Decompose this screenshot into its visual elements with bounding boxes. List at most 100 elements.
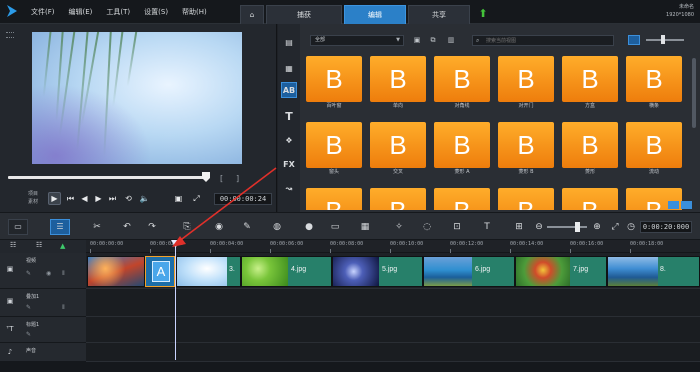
tools-icon[interactable]: ✂	[90, 220, 104, 234]
transition-icon[interactable]: AB	[281, 82, 297, 98]
stop-motion-icon[interactable]: ◌	[420, 220, 434, 234]
mask-creator-icon[interactable]: ●	[302, 220, 316, 234]
tab-share[interactable]: 共享	[408, 5, 470, 24]
preview-window[interactable]	[32, 32, 242, 164]
transition-tile[interactable]: B 菱形 A	[434, 122, 490, 178]
transition-tile[interactable]: B 对角线	[434, 56, 490, 112]
transition-tile[interactable]: B 流动	[626, 122, 682, 178]
transition-tile[interactable]: B	[434, 188, 490, 210]
multicam-icon[interactable]: ▦	[358, 220, 372, 234]
transition-tile[interactable]: B 百叶窗	[306, 56, 362, 112]
add-folder-icon[interactable]: ▣	[412, 36, 422, 45]
menu-file[interactable]: 文件(F)	[24, 0, 62, 24]
redo-icon[interactable]: ↷	[145, 220, 159, 234]
options-button[interactable]	[668, 201, 679, 209]
auto-music-icon[interactable]: ✎	[240, 220, 254, 234]
transition-tile[interactable]: B	[370, 188, 426, 210]
lock-icon[interactable]: ⦀	[62, 270, 65, 278]
add-marker-icon[interactable]: ▲	[60, 242, 65, 250]
storyboard-view-button[interactable]: ▭	[8, 219, 28, 235]
library-scrollbar[interactable]	[692, 58, 696, 128]
scrubber-track[interactable]	[8, 176, 208, 179]
play-button[interactable]: ▶	[48, 192, 61, 205]
volume-button[interactable]: 🔈	[138, 192, 151, 205]
transition-tile[interactable]: B 横条	[626, 56, 682, 112]
panel-grip-icon[interactable]	[6, 32, 14, 38]
subtitle-editor-icon[interactable]: ▭	[328, 220, 342, 234]
instant-project-icon[interactable]: ▦	[281, 60, 297, 76]
menu-tools[interactable]: 工具(T)	[99, 0, 137, 24]
transition-tile[interactable]: B	[498, 188, 554, 210]
repeat-button[interactable]: ⟲	[122, 192, 135, 205]
chapter-point-icon[interactable]: ☷	[36, 241, 42, 249]
playhead-line[interactable]	[175, 246, 176, 360]
list-view-button[interactable]	[628, 35, 640, 45]
overlay-lane[interactable]	[86, 289, 700, 317]
panel-toggle-button[interactable]	[681, 201, 692, 209]
timeline-view-button[interactable]: ☰	[50, 219, 70, 235]
player-timecode[interactable]: 00:00:00:24	[214, 193, 272, 205]
scrubber-handle[interactable]	[202, 172, 210, 182]
fx-filter-icon[interactable]: FX	[281, 156, 297, 172]
tab-capture[interactable]: 捕获	[266, 5, 342, 24]
menu-settings[interactable]: 设置(S)	[137, 0, 175, 24]
transition-tile[interactable]: B 窗头	[306, 122, 362, 178]
timeline-timecode[interactable]: 0:00:20:000	[640, 221, 692, 233]
media-import-icon[interactable]: ▤	[281, 34, 297, 50]
transition-tile[interactable]: B	[306, 188, 362, 210]
timeline-zoom-slider[interactable]	[547, 226, 587, 228]
ripple-edit-icon[interactable]: ⊞	[512, 220, 526, 234]
menu-edit[interactable]: 编辑(E)	[62, 0, 100, 24]
smart-tool-icon[interactable]: ✧	[392, 220, 406, 234]
fullscreen-button[interactable]: ⤢	[190, 192, 203, 205]
ripple-icon[interactable]: ◉	[46, 270, 51, 277]
upload-arrow-icon[interactable]: ⬆	[472, 5, 494, 24]
zoom-out-icon[interactable]: ⊖	[532, 220, 546, 234]
transition-tile[interactable]: B 对开门	[498, 56, 554, 112]
transition-tile[interactable]: B 菱形	[562, 122, 618, 178]
search-input[interactable]	[486, 37, 606, 45]
voice-lane[interactable]	[86, 343, 700, 362]
time-remap-icon[interactable]: T	[480, 220, 494, 234]
transition-tile[interactable]: B	[562, 188, 618, 210]
title-T-icon[interactable]: T	[281, 108, 297, 124]
category-dropdown[interactable]: 全部	[310, 35, 404, 46]
timeline-ruler[interactable]: 00:00:00:00 00:00:02:00 00:00:04:00 00:00:0…	[0, 240, 700, 253]
clip-1[interactable]	[87, 256, 145, 287]
title-lane[interactable]	[86, 317, 700, 343]
sort-icon[interactable]: ▥	[446, 36, 456, 45]
mark-in-button[interactable]: [	[220, 174, 223, 183]
tab-edit[interactable]: 编辑	[344, 5, 406, 24]
overlay-lock-icon[interactable]: ⦀	[62, 304, 65, 312]
next-frame-button[interactable]: ▶	[92, 192, 105, 205]
timeline-zoom-handle[interactable]	[575, 222, 580, 232]
overlay-mute-icon[interactable]: ✎	[26, 304, 31, 311]
transition-clip[interactable]: A	[145, 256, 175, 287]
menu-help[interactable]: 帮助(H)	[175, 0, 214, 24]
fit-project-icon[interactable]: ⤢	[608, 220, 622, 234]
apply-random-icon[interactable]: ⧉	[428, 36, 438, 45]
mute-icon[interactable]: ✎	[26, 270, 31, 277]
aspect-button[interactable]: ▣	[172, 192, 185, 205]
transition-tile[interactable]: B 菱形 B	[498, 122, 554, 178]
transition-tile[interactable]: B 方盒	[562, 56, 618, 112]
clip-7[interactable]: 7.jpg	[515, 256, 607, 287]
clip-5[interactable]: 5.jpg	[332, 256, 423, 287]
go-end-button[interactable]: ⏭	[106, 192, 119, 205]
clip-6[interactable]: 6.jpg	[423, 256, 515, 287]
undo-icon[interactable]: ↶	[120, 220, 134, 234]
3d-title-icon[interactable]: ⊡	[450, 220, 464, 234]
clip-8[interactable]: 8.	[607, 256, 700, 287]
path-icon[interactable]: ↝	[281, 180, 297, 196]
mark-out-button[interactable]: ]	[236, 174, 239, 183]
track-manager-icon[interactable]: ☷	[10, 241, 16, 249]
mode-project[interactable]: 项目	[28, 190, 38, 198]
sound-mixer-icon[interactable]: ◉	[212, 220, 226, 234]
tab-home[interactable]: ⌂	[240, 5, 264, 24]
record-capture-icon[interactable]: ⎘	[180, 220, 194, 234]
title-mute-icon[interactable]: ✎	[26, 331, 31, 338]
go-start-button[interactable]: ⏮	[64, 192, 77, 205]
clip-4[interactable]: 4.jpg	[241, 256, 332, 287]
prev-frame-button[interactable]: ◀	[78, 192, 91, 205]
mode-clip[interactable]: 素材	[28, 198, 38, 206]
